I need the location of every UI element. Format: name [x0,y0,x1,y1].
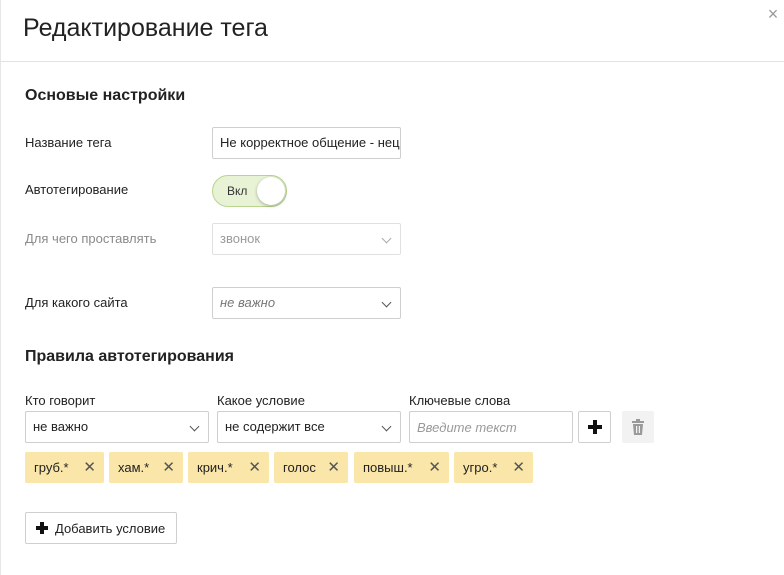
add-keyword-button[interactable] [578,411,611,443]
plus-icon [36,522,48,534]
dialog-title: Редактирование тега [23,14,268,42]
trash-icon [632,419,644,435]
apply-to-select: звонок [212,223,401,255]
apply-to-label: Для чего проставлять [25,231,157,246]
add-condition-label: Добавить условие [55,521,166,536]
keywords-input[interactable] [409,411,573,443]
remove-chip-icon[interactable]: ✕ [327,452,340,483]
delete-rule-button[interactable] [622,411,654,443]
chip-label: хам.* [118,460,150,475]
who-select[interactable]: не важно [25,411,209,443]
keyword-chip: угро.* ✕ [454,452,533,483]
chip-label: голос [283,460,316,475]
chevron-down-icon [381,421,392,432]
keyword-chip: груб.* ✕ [25,452,104,483]
autotag-label: Автотегирование [25,182,129,197]
site-value: не важно [220,295,276,310]
plus-icon [587,420,602,434]
close-icon[interactable]: × [763,4,783,24]
condition-label: Какое условие [217,393,305,408]
toggle-knob [257,177,285,205]
chevron-down-icon [381,233,392,244]
chip-label: угро.* [463,460,498,475]
keywords-label: Ключевые слова [409,393,511,408]
remove-chip-icon[interactable]: ✕ [428,452,441,483]
remove-chip-icon[interactable]: ✕ [512,452,525,483]
apply-to-value: звонок [220,231,261,246]
remove-chip-icon[interactable]: ✕ [83,452,96,483]
chevron-down-icon [189,421,200,432]
who-label: Кто говорит [25,393,96,408]
tag-name-input[interactable]: Не корректное общение - нецензурная лекс… [212,127,401,159]
keyword-chip: хам.* ✕ [109,452,183,483]
basic-settings-title: Основые настройки [25,87,186,104]
chip-label: крич.* [197,460,233,475]
condition-select[interactable]: не содержит все [217,411,401,443]
remove-chip-icon[interactable]: ✕ [248,452,261,483]
who-value: не важно [33,419,89,434]
chip-label: повыш.* [363,460,413,475]
tag-name-label: Название тега [25,135,112,150]
autotag-toggle[interactable]: Вкл [212,175,287,207]
chip-label: груб.* [34,460,69,475]
keyword-chip: голос ✕ [274,452,348,483]
keyword-chip: повыш.* ✕ [354,452,449,483]
remove-chip-icon[interactable]: ✕ [162,452,175,483]
site-label: Для какого сайта [25,295,128,310]
keyword-chip: крич.* ✕ [188,452,269,483]
chevron-down-icon [381,297,392,308]
dialog-header: Редактирование тега [1,0,784,62]
add-condition-button[interactable]: Добавить условие [25,512,177,544]
autotag-toggle-label: Вкл [227,184,248,198]
site-select[interactable]: не важно [212,287,401,319]
edit-tag-dialog: Редактирование тега × Основые настройки … [0,0,784,575]
condition-value: не содержит все [225,419,325,434]
rules-title: Правила автотегирования [25,348,235,365]
